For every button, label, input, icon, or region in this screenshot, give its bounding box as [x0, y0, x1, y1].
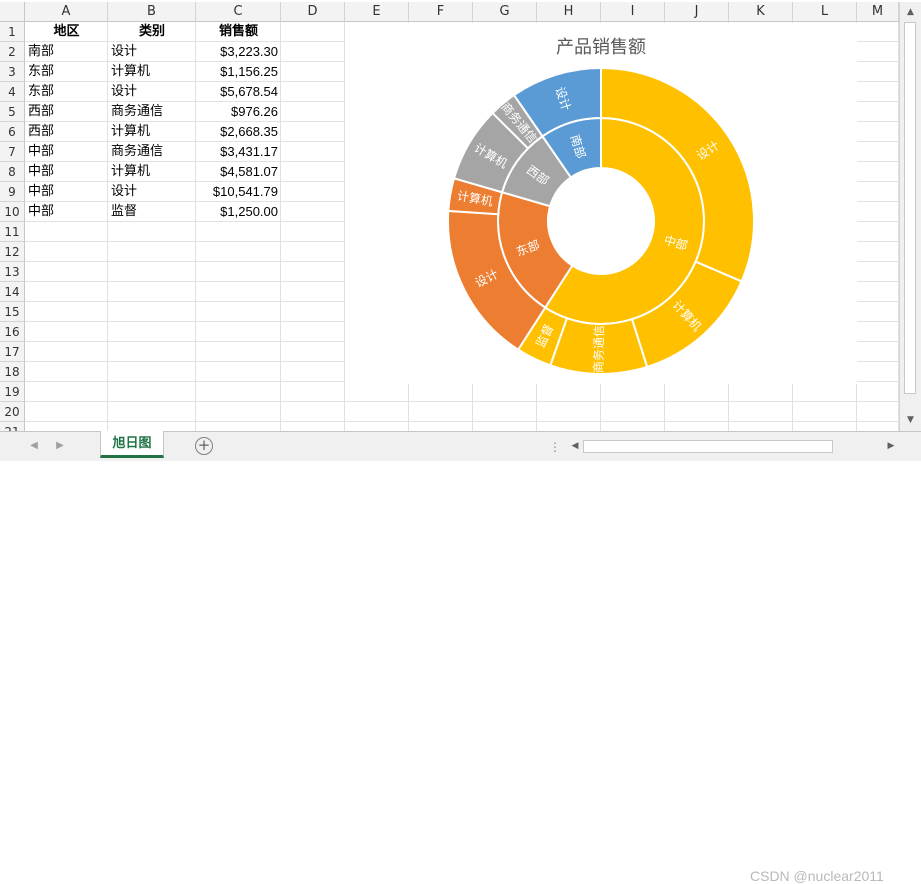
row-header-17[interactable]: 17	[0, 342, 25, 362]
watermark: CSDN @nuclear2011	[750, 868, 884, 884]
row-header-13[interactable]: 13	[0, 262, 25, 282]
cell-a10[interactable]: 中部	[25, 202, 108, 222]
cell-b3[interactable]: 计算机	[108, 62, 196, 82]
cell-a4[interactable]: 东部	[25, 82, 108, 102]
horizontal-scroll-thumb[interactable]	[583, 440, 833, 453]
row-header-12[interactable]: 12	[0, 242, 25, 262]
column-header-b[interactable]: B	[108, 2, 196, 22]
cell-a3[interactable]: 东部	[25, 62, 108, 82]
row-header-11[interactable]: 11	[0, 222, 25, 242]
column-header-m[interactable]: M	[857, 2, 899, 22]
row-header-8[interactable]: 8	[0, 162, 25, 182]
column-header-e[interactable]: E	[345, 2, 409, 22]
scroll-right-icon[interactable]: ▶	[884, 438, 898, 455]
column-header-c[interactable]: C	[196, 2, 281, 22]
cell-c7[interactable]: $3,431.17	[196, 142, 281, 162]
sheet-tab-bar: ◀ ▶ 旭日图 + ⋮ ◀ ▶ CSDN @nuclear2011	[0, 431, 921, 884]
row-header-6[interactable]: 6	[0, 122, 25, 142]
row-header-19[interactable]: 19	[0, 382, 25, 402]
row-header-14[interactable]: 14	[0, 282, 25, 302]
cell-b6[interactable]: 计算机	[108, 122, 196, 142]
cell-c8[interactable]: $4,581.07	[196, 162, 281, 182]
column-header-a[interactable]: A	[25, 2, 108, 22]
row-header-18[interactable]: 18	[0, 362, 25, 382]
row-header-2[interactable]: 2	[0, 42, 25, 62]
scroll-left-icon[interactable]: ◀	[568, 438, 582, 455]
cell-b5[interactable]: 商务通信	[108, 102, 196, 122]
column-header-f[interactable]: F	[409, 2, 473, 22]
next-sheet-icon[interactable]: ▶	[52, 438, 68, 454]
cell-c4[interactable]: $5,678.54	[196, 82, 281, 102]
sunburst-chart[interactable]: 产品销售额 中部 设计 计算机 商务通信 监督 东部 设计 计算机 西部 计算机 商务通信 南部 设计	[345, 23, 857, 384]
cell-b9[interactable]: 设计	[108, 182, 196, 202]
row-header-9[interactable]: 9	[0, 182, 25, 202]
cell-b7[interactable]: 商务通信	[108, 142, 196, 162]
column-header-h[interactable]: H	[537, 2, 601, 22]
cell-c5[interactable]: $976.26	[196, 102, 281, 122]
row-header-3[interactable]: 3	[0, 62, 25, 82]
scroll-down-icon[interactable]: ▼	[900, 412, 921, 428]
cell-c1[interactable]: 销售额	[196, 22, 281, 42]
row-header-20[interactable]: 20	[0, 402, 25, 422]
sheet-tab-active[interactable]: 旭日图	[100, 431, 164, 458]
row-header-1[interactable]: 1	[0, 22, 25, 42]
cell-b4[interactable]: 设计	[108, 82, 196, 102]
select-all-corner[interactable]	[0, 2, 25, 22]
cell-c10[interactable]: $1,250.00	[196, 202, 281, 222]
cell-a7[interactable]: 中部	[25, 142, 108, 162]
row-header-7[interactable]: 7	[0, 142, 25, 162]
add-sheet-button[interactable]: +	[195, 437, 213, 455]
scroll-up-icon[interactable]: ▲	[900, 4, 921, 20]
sunburst-chart-svg: 产品销售额 中部设计计算机商务通信监督东部设计计算机西部计算机商务通信南部设计	[447, 37, 755, 375]
tab-splitter[interactable]: ⋮	[549, 440, 561, 454]
cell-c6[interactable]: $2,668.35	[196, 122, 281, 142]
cell-a1[interactable]: 地区	[25, 22, 108, 42]
column-header-i[interactable]: I	[601, 2, 665, 22]
cell-b10[interactable]: 监督	[108, 202, 196, 222]
vertical-scrollbar[interactable]: ▲ ▼	[899, 2, 921, 431]
row-header-15[interactable]: 15	[0, 302, 25, 322]
gridline-horizontal	[25, 401, 899, 402]
cell-b8[interactable]: 计算机	[108, 162, 196, 182]
column-header-j[interactable]: J	[665, 2, 729, 22]
row-header-10[interactable]: 10	[0, 202, 25, 222]
cell-a2[interactable]: 南部	[25, 42, 108, 62]
prev-sheet-icon[interactable]: ◀	[26, 438, 42, 454]
cell-c9[interactable]: $10,541.79	[196, 182, 281, 202]
chart-title: 产品销售额	[556, 37, 646, 58]
cell-a9[interactable]: 中部	[25, 182, 108, 202]
sunburst-outer-label: 商务通信	[591, 325, 607, 373]
cell-a6[interactable]: 西部	[25, 122, 108, 142]
column-header-l[interactable]: L	[793, 2, 857, 22]
gridline-horizontal	[25, 421, 899, 422]
plus-circle-icon: +	[197, 436, 211, 454]
cell-c2[interactable]: $3,223.30	[196, 42, 281, 62]
row-header-5[interactable]: 5	[0, 102, 25, 122]
cell-c3[interactable]: $1,156.25	[196, 62, 281, 82]
cell-a8[interactable]: 中部	[25, 162, 108, 182]
column-header-k[interactable]: K	[729, 2, 793, 22]
column-header-g[interactable]: G	[473, 2, 537, 22]
spreadsheet: ABCDEFGHIJKLM 1 2 3 4 5 6 7 8 9 10 11 12 13 14 15 16 17 1…	[0, 0, 921, 461]
vertical-scroll-thumb[interactable]	[904, 22, 916, 394]
row-header-16[interactable]: 16	[0, 322, 25, 342]
horizontal-scrollbar[interactable]: ◀ ▶	[568, 438, 898, 455]
cell-b1[interactable]: 类别	[108, 22, 196, 42]
row-header-4[interactable]: 4	[0, 82, 25, 102]
column-header-d[interactable]: D	[281, 2, 345, 22]
cell-b2[interactable]: 设计	[108, 42, 196, 62]
cell-a5[interactable]: 西部	[25, 102, 108, 122]
